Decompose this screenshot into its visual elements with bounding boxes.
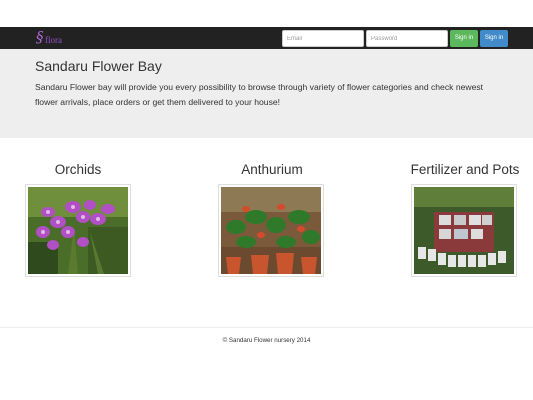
footer-divider bbox=[0, 327, 533, 328]
password-field[interactable] bbox=[366, 30, 448, 47]
category-title-fertilizer-and-pots: Fertilizer and Pots bbox=[410, 162, 520, 177]
orchid-photo bbox=[28, 187, 128, 274]
sign-in-button-blue[interactable]: Sign in bbox=[480, 30, 508, 47]
email-field[interactable] bbox=[282, 30, 364, 47]
flora-logo-icon: § bbox=[36, 28, 44, 46]
anthurium-photo bbox=[221, 187, 321, 274]
top-strip bbox=[0, 0, 533, 27]
brand-logo[interactable]: § flora bbox=[36, 28, 68, 47]
orchids-image[interactable] bbox=[25, 184, 131, 277]
category-title-anthurium: Anthurium bbox=[241, 162, 303, 177]
fertilizer-and-pots-image[interactable] bbox=[411, 184, 517, 277]
anthurium-image[interactable] bbox=[218, 184, 324, 277]
fertilizer-photo bbox=[414, 187, 514, 274]
footer-copyright: © Sandaru Flower nursery 2014 bbox=[222, 337, 311, 344]
brand-text: flora bbox=[45, 35, 62, 45]
category-title-orchids: Orchids bbox=[54, 162, 102, 177]
intro-text: Sandaru Flower bay will provide you ever… bbox=[35, 82, 484, 107]
sign-in-button-green[interactable]: Sign in bbox=[450, 30, 478, 47]
page-title: Sandaru Flower Bay bbox=[35, 58, 162, 74]
navbar: § flora Sign in Sign in bbox=[0, 27, 533, 49]
jumbotron: Sandaru Flower Bay Sandaru Flower bay wi… bbox=[0, 49, 533, 138]
